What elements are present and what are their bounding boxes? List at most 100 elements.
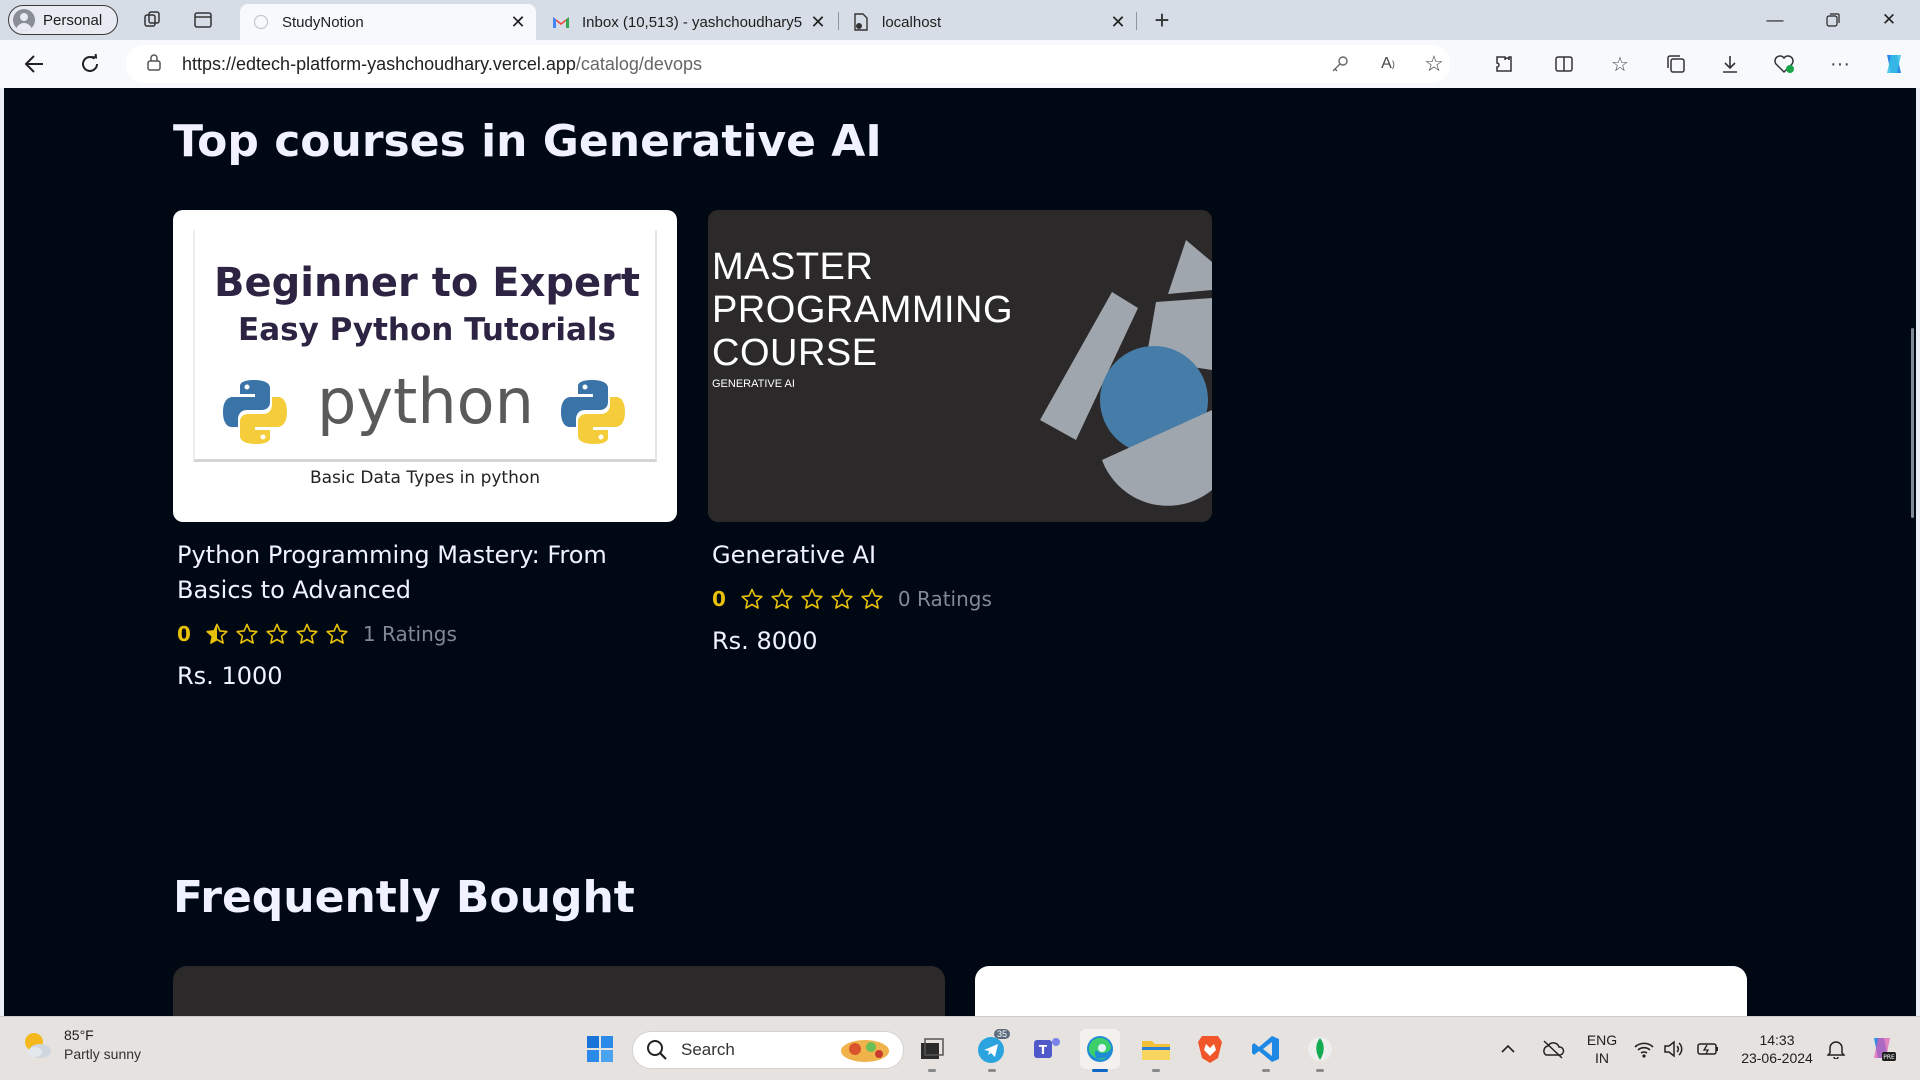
close-tab-icon[interactable]: ✕ bbox=[508, 12, 528, 33]
mongodb-compass-app[interactable] bbox=[1300, 1029, 1340, 1072]
restore-icon[interactable] bbox=[1818, 6, 1848, 34]
read-aloud-icon[interactable]: A) bbox=[1376, 52, 1400, 76]
svg-text:T: T bbox=[1039, 1043, 1048, 1057]
page-scrollbar[interactable] bbox=[1911, 328, 1914, 518]
downloads-icon[interactable] bbox=[1718, 52, 1742, 76]
notification-badge: 35 bbox=[993, 1029, 1010, 1039]
address-bar[interactable]: https://edtech-platform-yashchoudhary.ve… bbox=[126, 45, 1450, 83]
telegram-app[interactable]: 35 bbox=[972, 1029, 1012, 1072]
vscode-app[interactable] bbox=[1246, 1029, 1286, 1072]
browser-toolbar: https://edtech-platform-yashchoudhary.ve… bbox=[0, 40, 1920, 88]
windows-taskbar: 85°F Partly sunny Search 35 T ENG IN 14:… bbox=[0, 1016, 1920, 1080]
brave-app[interactable] bbox=[1190, 1029, 1230, 1069]
section-title-frequently-bought: Frequently Bought bbox=[173, 872, 635, 923]
profile-avatar bbox=[13, 9, 35, 31]
course-price: Rs. 8000 bbox=[712, 627, 818, 655]
favorites-icon[interactable]: ☆ bbox=[1608, 52, 1632, 76]
url-text: https://edtech-platform-yashchoudhary.ve… bbox=[182, 54, 702, 75]
key-icon[interactable] bbox=[1328, 52, 1352, 76]
language-code: ENG bbox=[1586, 1032, 1618, 1048]
thumbnail-python-word: python bbox=[317, 365, 534, 438]
teams-app[interactable]: T bbox=[1026, 1029, 1066, 1069]
decorative-shapes bbox=[1040, 240, 1212, 506]
wifi-icon[interactable] bbox=[1630, 1029, 1658, 1069]
thumbnail-subheading: Easy Python Tutorials bbox=[238, 312, 616, 348]
rating-stars bbox=[740, 587, 884, 611]
tab-studynotion[interactable]: StudyNotion ✕ bbox=[240, 4, 536, 40]
frequently-bought-card[interactable] bbox=[975, 966, 1747, 1016]
thumbnail-heading: Beginner to Expert bbox=[214, 260, 640, 306]
running-indicator bbox=[1092, 1069, 1108, 1072]
running-indicator bbox=[988, 1069, 996, 1072]
running-indicator bbox=[1316, 1069, 1324, 1072]
notification-bell-icon[interactable] bbox=[1820, 1029, 1852, 1069]
course-rating: 0 0 Ratings bbox=[708, 587, 1212, 611]
course-thumbnail[interactable]: MASTER PROGRAMMING COURSE GENERATIVE AI bbox=[708, 210, 1212, 522]
vertical-tabs-icon[interactable] bbox=[191, 8, 215, 32]
lock-icon[interactable] bbox=[146, 53, 172, 76]
thumbnail-heading-line: MASTER bbox=[712, 246, 874, 288]
course-title[interactable]: Generative AI bbox=[708, 538, 1178, 573]
page-icon bbox=[852, 13, 870, 31]
onedrive-offline-icon[interactable] bbox=[1536, 1029, 1570, 1069]
workspaces-icon[interactable] bbox=[140, 8, 164, 32]
thumbnail-heading: MASTER PROGRAMMING COURSE bbox=[712, 246, 1013, 375]
rating-count: 0 Ratings bbox=[897, 587, 992, 611]
course-price: Rs. 1000 bbox=[177, 662, 283, 690]
new-tab-icon[interactable]: + bbox=[1150, 5, 1174, 35]
split-screen-icon[interactable] bbox=[1552, 52, 1576, 76]
collections-icon[interactable] bbox=[1664, 52, 1688, 76]
thumbnail-frame: Beginner to Expert Easy Python Tutorials… bbox=[193, 230, 657, 462]
close-window-icon[interactable]: ✕ bbox=[1874, 6, 1904, 34]
star-empty-icon bbox=[801, 588, 823, 609]
taskbar-search[interactable]: Search bbox=[632, 1031, 904, 1069]
volume-icon[interactable] bbox=[1660, 1029, 1688, 1069]
tab-title: localhost bbox=[882, 13, 942, 31]
show-hidden-icons[interactable] bbox=[1494, 1029, 1522, 1069]
copilot-taskbar-icon[interactable]: PRE bbox=[1862, 1029, 1902, 1069]
thumbnail-caption: Basic Data Types in python bbox=[309, 468, 541, 488]
average-rating: 0 bbox=[177, 622, 191, 646]
clock[interactable]: 14:33 23-06-2024 bbox=[1734, 1031, 1820, 1067]
star-empty-icon bbox=[326, 623, 348, 644]
copilot-icon[interactable] bbox=[1880, 50, 1908, 78]
partly-sunny-icon bbox=[25, 1032, 51, 1058]
rating-stars bbox=[205, 622, 349, 646]
task-view-button[interactable] bbox=[912, 1029, 952, 1072]
language-indicator[interactable]: ENG IN bbox=[1580, 1031, 1624, 1067]
running-indicator bbox=[1262, 1069, 1270, 1072]
course-card[interactable]: Beginner to Expert Easy Python Tutorials… bbox=[173, 210, 677, 690]
favorite-star-icon[interactable]: ☆ bbox=[1422, 51, 1446, 76]
tab-title: Inbox (10,513) - yashchoudhary5 bbox=[582, 13, 803, 31]
refresh-icon[interactable] bbox=[76, 50, 104, 78]
close-tab-icon[interactable]: ✕ bbox=[1108, 12, 1128, 33]
gmail-icon bbox=[552, 13, 570, 31]
frequently-bought-card[interactable] bbox=[173, 966, 945, 1016]
page-viewport: Top courses in Generative AI Beginner to… bbox=[4, 88, 1916, 1016]
search-placeholder: Search bbox=[681, 1040, 735, 1059]
more-options-icon[interactable]: ··· bbox=[1828, 52, 1852, 76]
edge-app[interactable] bbox=[1080, 1029, 1120, 1072]
back-arrow-icon[interactable] bbox=[20, 50, 48, 78]
start-button[interactable] bbox=[580, 1029, 620, 1069]
tab-localhost[interactable]: localhost ✕ bbox=[840, 4, 1136, 40]
svg-text:PRE: PRE bbox=[1883, 1054, 1895, 1061]
average-rating: 0 bbox=[712, 587, 726, 611]
close-tab-icon[interactable]: ✕ bbox=[808, 12, 828, 33]
minimize-icon[interactable]: — bbox=[1760, 6, 1790, 34]
tab-gmail[interactable]: Inbox (10,513) - yashchoudhary5 ✕ bbox=[540, 4, 836, 40]
tab-separator bbox=[838, 12, 839, 30]
rating-count: 1 Ratings bbox=[362, 622, 457, 646]
extensions-icon[interactable] bbox=[1492, 52, 1516, 76]
profile-button[interactable]: Personal bbox=[8, 5, 118, 35]
clock-time: 14:33 bbox=[1759, 1032, 1795, 1048]
file-explorer-app[interactable] bbox=[1136, 1029, 1176, 1072]
course-card[interactable]: MASTER PROGRAMMING COURSE GENERATIVE AI … bbox=[708, 210, 1212, 655]
search-highlight-icon bbox=[841, 1040, 889, 1062]
course-title[interactable]: Python Programming Mastery: From Basics … bbox=[173, 538, 643, 608]
browser-essentials-icon[interactable] bbox=[1772, 52, 1796, 76]
battery-icon[interactable] bbox=[1692, 1029, 1724, 1069]
weather-widget[interactable]: 85°F Partly sunny bbox=[20, 1027, 141, 1062]
course-thumbnail[interactable]: Beginner to Expert Easy Python Tutorials… bbox=[173, 210, 677, 522]
weather-desc: Partly sunny bbox=[64, 1046, 142, 1062]
